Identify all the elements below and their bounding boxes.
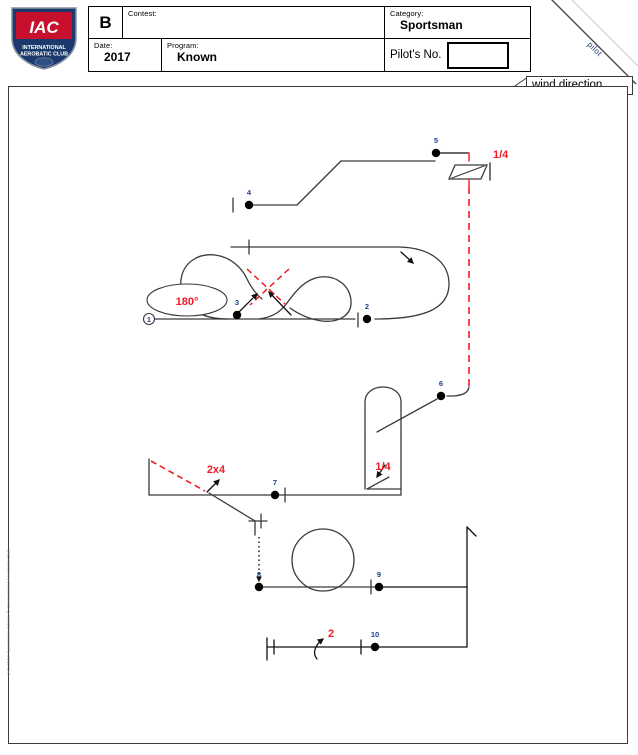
vertical-top-tick — [466, 526, 477, 537]
two-by-four-arrow — [206, 479, 220, 493]
iac-logo: IAC INTERNATIONAL AEROBATIC CLUB — [8, 5, 80, 71]
program-value: Known — [177, 50, 217, 64]
logo-iac-text: IAC — [29, 18, 59, 37]
category-value: Sportsman — [400, 18, 463, 32]
dot-6 — [436, 391, 446, 401]
figure-number-1: 1 — [147, 315, 151, 324]
turnaround-arrow — [400, 251, 414, 264]
contest-label: Contest: — [128, 9, 157, 18]
figure-number-2: 2 — [365, 302, 369, 311]
dot-9 — [374, 582, 384, 592]
figure-number-9: 9 — [377, 570, 381, 579]
contest-cell[interactable]: Contest: — [122, 7, 384, 38]
category-label: Category: — [390, 9, 424, 18]
full-loop — [291, 528, 355, 592]
quarter-roll-label-6: 1/4 — [375, 461, 391, 473]
two-by-four-label: 2x4 — [207, 464, 226, 476]
date-cell[interactable]: Date: 2017 — [89, 39, 161, 71]
hammer-down-left — [366, 476, 390, 490]
eight-arrow-right — [268, 291, 292, 316]
figure-point-dots — [232, 148, 446, 652]
date-value: 2017 — [104, 50, 131, 64]
hammerhead-arc — [364, 386, 402, 438]
pilot-no-label: Pilot's No. — [390, 48, 442, 61]
figure-number-10: 10 — [371, 630, 379, 639]
quarter-roll-label-5: 1/4 — [493, 149, 509, 161]
figure-number-6: 6 — [439, 379, 443, 388]
sequence-frame: 1 2 3 4 5 6 7 8 9 10 180° 1/4 1/4 2x4 2 … — [6, 86, 628, 744]
logo-line-2: AEROBATIC CLUB — [20, 52, 68, 58]
dot-3 — [232, 310, 242, 320]
program-cell[interactable]: Program: Known — [161, 39, 384, 71]
form-header: IAC INTERNATIONAL AEROBATIC CLUB B Conte… — [0, 0, 638, 96]
edge-watermark-text: IAC 2017 Sportsman Known © International… — [6, 548, 11, 675]
dot-2 — [362, 314, 372, 324]
header-table: B Contest: Category: Sportsman Date: 201… — [88, 6, 531, 72]
figure-number-5: 5 — [434, 136, 438, 145]
program-label: Program: — [167, 41, 199, 50]
forty-five-up — [296, 160, 342, 206]
sequence-letter: B — [99, 12, 112, 32]
figure-number-3: 3 — [235, 298, 239, 307]
pilot-no-input[interactable] — [447, 41, 510, 69]
turnaround-180-label: 180° — [176, 296, 199, 308]
dot-10 — [370, 642, 380, 652]
dot-8 — [254, 582, 264, 592]
dot-5 — [431, 148, 441, 158]
figure-number-8: 8 — [257, 570, 261, 579]
figure-number-4: 4 — [247, 188, 252, 197]
figure-number-7: 7 — [273, 478, 277, 487]
desc-to-8 — [208, 492, 256, 522]
sequence-letter-cell: B — [89, 7, 122, 38]
aerobatic-sequence-diagram: 1 2 3 4 5 6 7 8 9 10 180° 1/4 1/4 2x4 2 — [142, 136, 509, 661]
pilot-axis-line — [551, 0, 638, 85]
halfloop-turnaround — [230, 246, 450, 320]
down-45-to-hammer — [376, 398, 438, 433]
two-by-four-dashed — [150, 460, 206, 492]
spin-turns-label: 2 — [328, 628, 334, 640]
dot-4 — [244, 200, 254, 210]
spin-arrow — [313, 638, 325, 660]
logo-line-1: INTERNATIONAL — [22, 45, 66, 51]
date-label: Date: — [94, 41, 113, 50]
descent-to-6 — [446, 386, 470, 397]
dot-7 — [270, 490, 280, 500]
eight-roll-dashes — [246, 268, 290, 306]
